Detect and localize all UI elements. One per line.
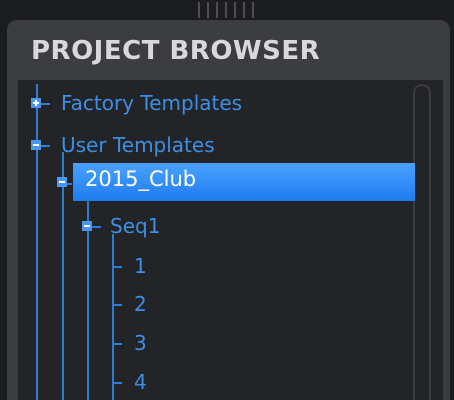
tree-item-label: 1 bbox=[134, 254, 147, 278]
panel-title: PROJECT BROWSER bbox=[31, 36, 321, 66]
tree-item-2015-club[interactable]: 2015_Club bbox=[73, 163, 415, 201]
expand-plus-icon[interactable] bbox=[31, 98, 41, 108]
tree-line bbox=[36, 84, 38, 400]
collapse-minus-icon[interactable] bbox=[31, 140, 41, 150]
tree-item-label: 2 bbox=[134, 292, 147, 316]
tree-line bbox=[112, 382, 122, 384]
tree-item-label: 4 bbox=[134, 370, 147, 394]
tree-line bbox=[62, 152, 64, 400]
tree-item-label: 2015_Club bbox=[85, 167, 197, 191]
resize-grip-icon[interactable] bbox=[198, 2, 260, 18]
tree-line bbox=[112, 234, 114, 400]
collapse-minus-icon[interactable] bbox=[82, 221, 92, 231]
vertical-scrollbar[interactable] bbox=[413, 84, 431, 400]
tree-line bbox=[112, 266, 122, 268]
project-browser-window: PROJECT BROWSER Factory Templates User T… bbox=[0, 0, 454, 400]
collapse-minus-icon[interactable] bbox=[57, 177, 67, 187]
tree-item-label: User Templates bbox=[61, 133, 215, 157]
tree-item-label: 3 bbox=[134, 331, 147, 355]
tree-item-label: Seq1 bbox=[110, 214, 161, 238]
tree-line bbox=[112, 343, 122, 345]
tree-item-label: Factory Templates bbox=[61, 91, 243, 115]
project-tree[interactable] bbox=[18, 80, 443, 400]
tree-line bbox=[112, 304, 122, 306]
